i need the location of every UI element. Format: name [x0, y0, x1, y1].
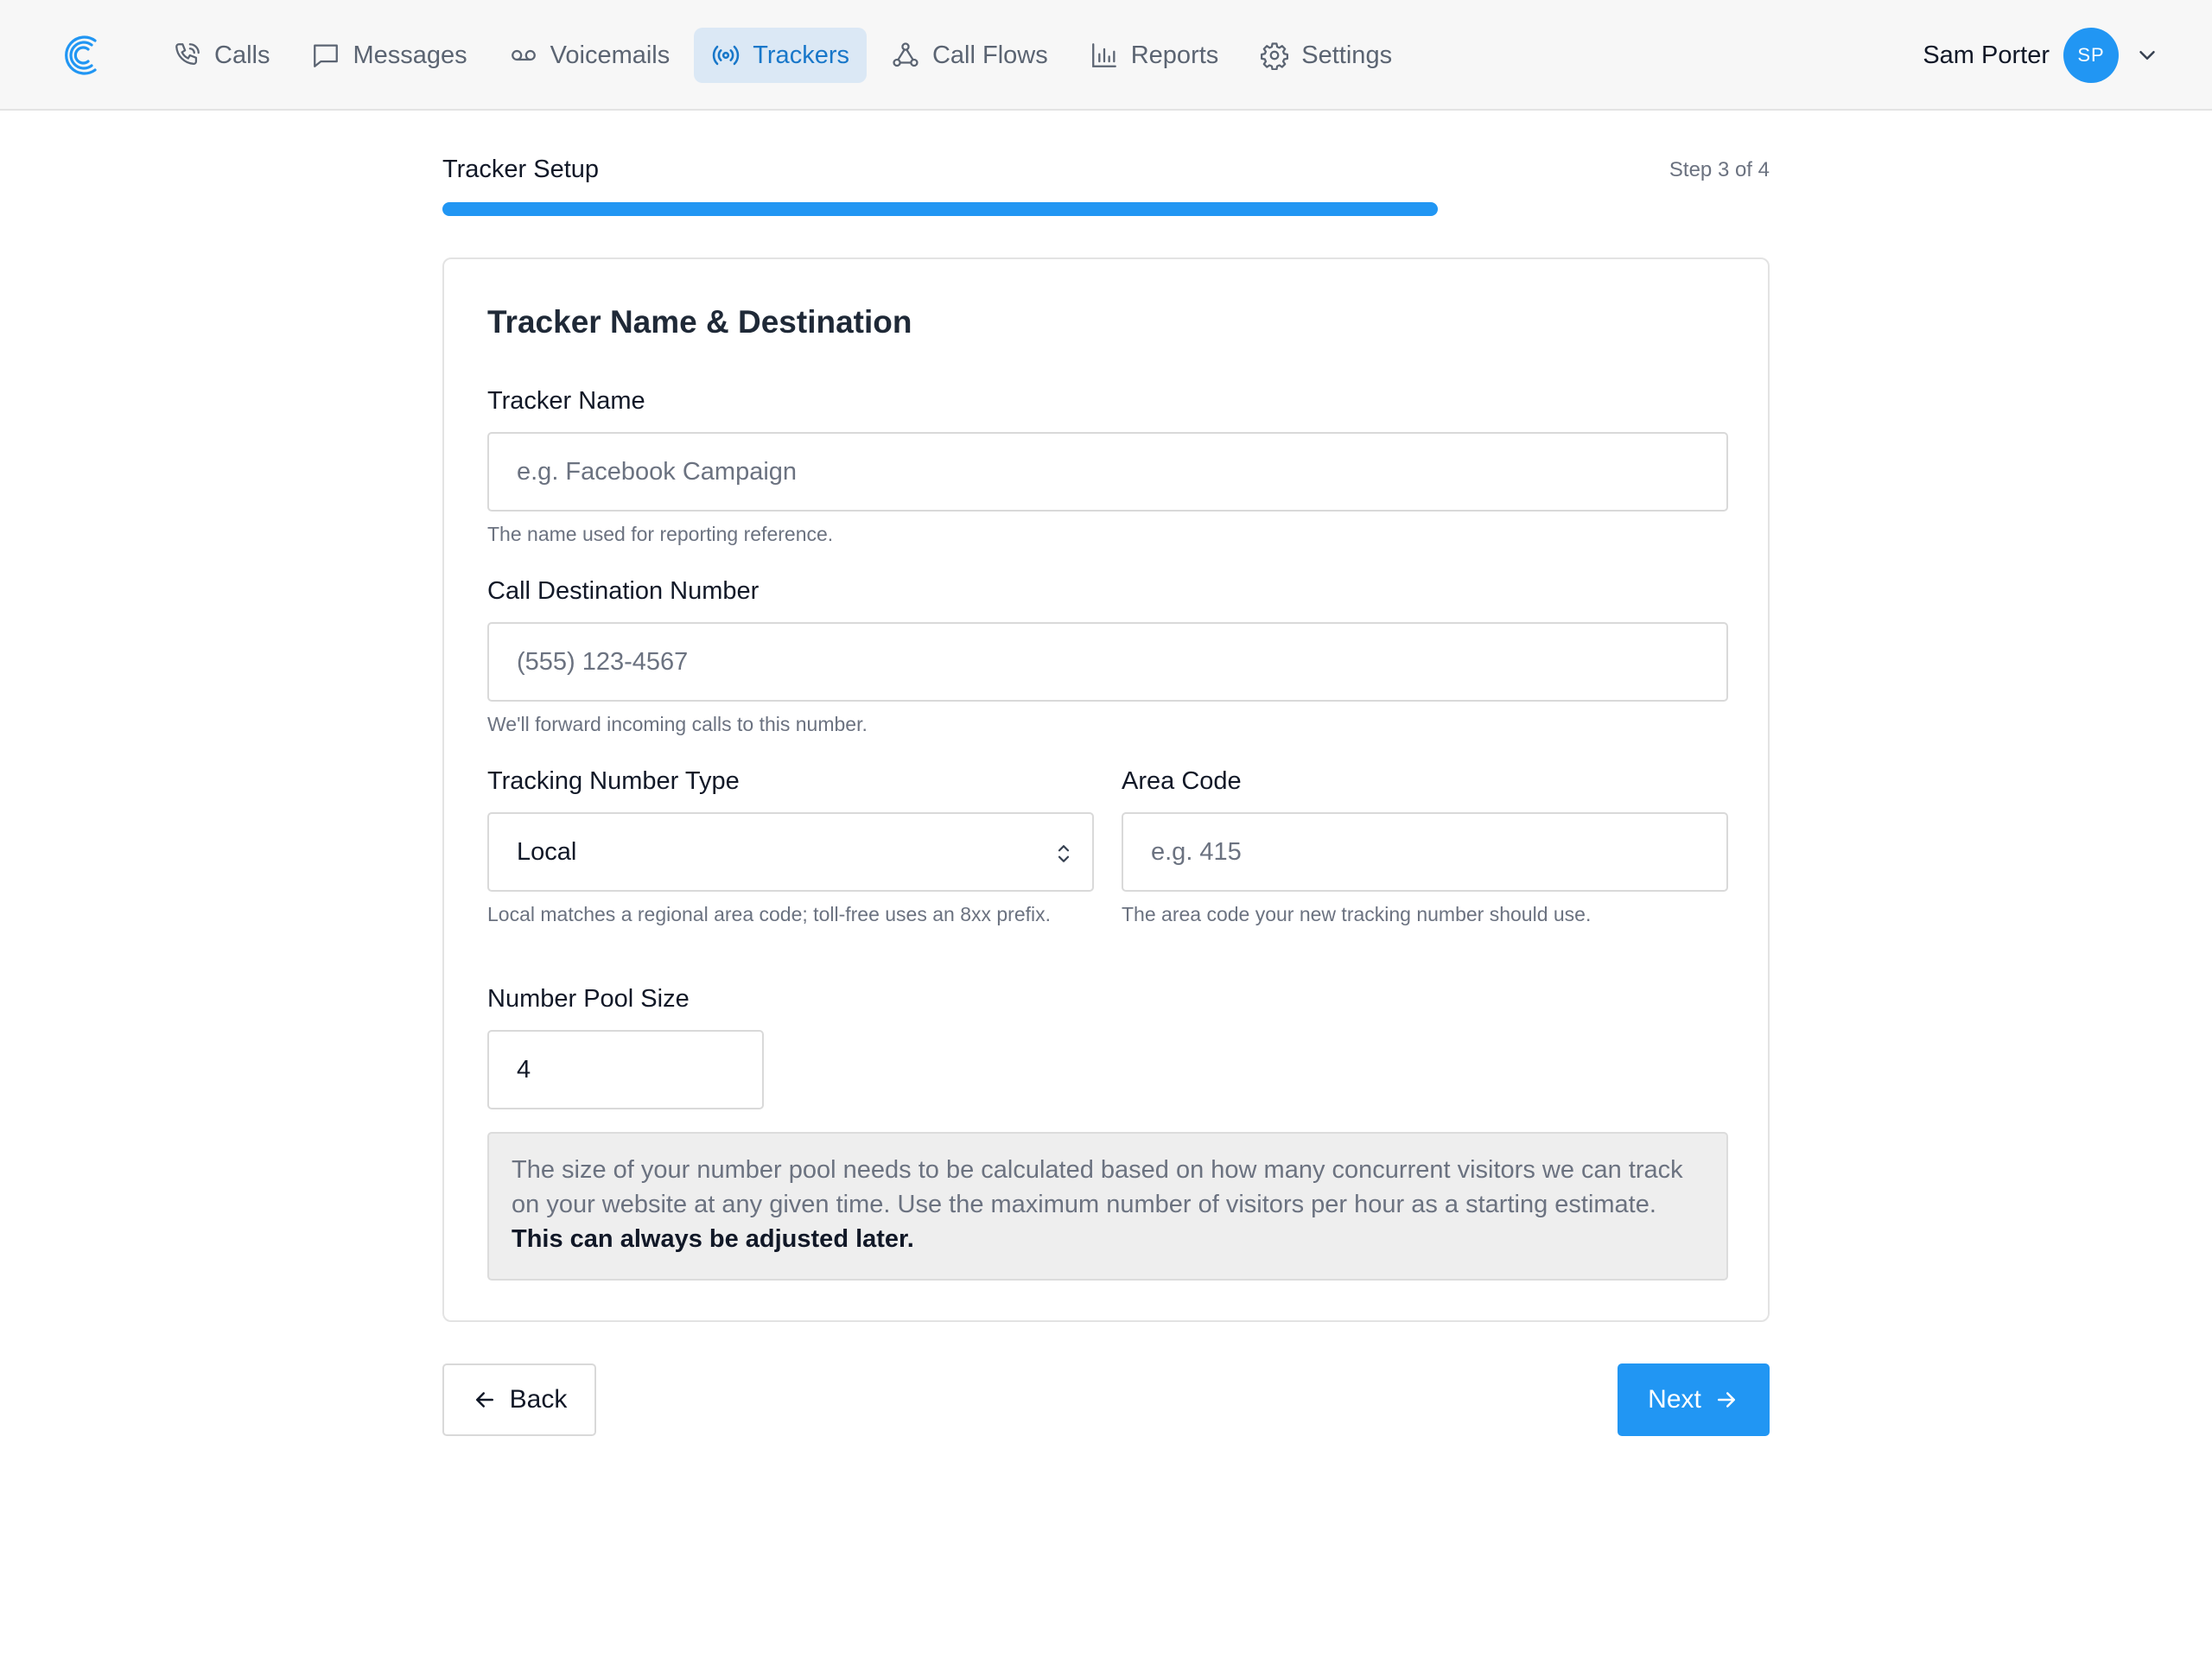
nav-label: Voicemails — [550, 41, 671, 69]
pool-size-note: The size of your number pool needs to be… — [487, 1132, 1728, 1281]
broadcast-icon — [711, 41, 741, 70]
flow-icon — [891, 41, 920, 70]
arrow-left-icon — [472, 1387, 498, 1413]
tracker-name-label: Tracker Name — [487, 387, 645, 415]
nav-label: Reports — [1130, 41, 1219, 69]
note-text: The size of your number pool needs to be… — [512, 1156, 1683, 1218]
card-title: Tracker Name & Destination — [487, 304, 912, 340]
arrow-right-icon — [1713, 1387, 1739, 1413]
nav-label: Call Flows — [931, 41, 1048, 69]
pool-size-label: Number Pool Size — [487, 985, 690, 1013]
phone-icon — [173, 41, 202, 70]
number-type-label: Tracking Number Type — [487, 767, 740, 795]
area-code-input[interactable]: e.g. 415 — [1122, 812, 1728, 892]
chevron-down-icon[interactable] — [2134, 42, 2160, 68]
pool-size-input[interactable]: 4 — [487, 1030, 764, 1109]
nav-label: Messages — [353, 41, 467, 69]
area-code-help: The area code your new tracking number s… — [1122, 903, 1592, 925]
number-type-value: Local — [517, 837, 577, 866]
nav-item-settings[interactable]: Settings — [1243, 28, 1409, 83]
avatar[interactable]: SP — [2063, 28, 2119, 83]
voicemail-icon — [509, 41, 538, 70]
destination-number-help: We'll forward incoming calls to this num… — [487, 713, 868, 735]
area-code-label: Area Code — [1122, 767, 1242, 795]
tracker-setup-card: Tracker Name & Destination Tracker Name … — [442, 257, 1770, 1322]
number-type-help: Local matches a regional area code; toll… — [487, 903, 1052, 925]
tracker-name-help: The name used for reporting reference. — [487, 523, 834, 545]
nav-label: Calls — [214, 41, 270, 69]
nav-item-voicemails[interactable]: Voicemails — [492, 28, 688, 83]
destination-number-input[interactable]: (555) 123-4567 — [487, 622, 1728, 702]
back-label: Back — [509, 1385, 568, 1414]
gear-icon — [1260, 41, 1289, 70]
nav-label: Settings — [1301, 41, 1393, 69]
progress-bar-fill — [442, 202, 1438, 216]
message-icon — [311, 41, 340, 70]
back-button[interactable]: Back — [442, 1363, 596, 1436]
user-menu[interactable]: Sam Porter SP — [1923, 28, 2160, 83]
nav-item-call-flows[interactable]: Call Flows — [874, 28, 1065, 83]
user-name: Sam Porter — [1923, 41, 2050, 69]
note-emphasis: This can always be adjusted later. — [512, 1225, 914, 1253]
nav-item-messages[interactable]: Messages — [294, 28, 484, 83]
number-type-select[interactable]: Local — [487, 812, 1094, 892]
top-nav-bar: Calls Messages Voicemails Trackers Call … — [0, 0, 2212, 111]
step-indicator: Step 3 of 4 — [1669, 158, 1770, 181]
progress-bar — [442, 202, 1770, 216]
tracker-name-input[interactable]: e.g. Facebook Campaign — [487, 432, 1728, 512]
next-button[interactable]: Next — [1618, 1363, 1770, 1436]
nav-label: Trackers — [753, 41, 849, 69]
page-title: Tracker Setup — [442, 156, 600, 183]
next-label: Next — [1648, 1385, 1701, 1414]
nav-item-trackers[interactable]: Trackers — [694, 28, 867, 83]
nav-item-reports[interactable]: Reports — [1072, 28, 1236, 83]
app-logo-icon[interactable] — [60, 33, 102, 78]
destination-number-label: Call Destination Number — [487, 577, 760, 605]
main-nav: Calls Messages Voicemails Trackers Call … — [156, 28, 1416, 83]
bar-chart-icon — [1090, 41, 1119, 70]
select-updown-icon — [1051, 840, 1077, 868]
nav-item-calls[interactable]: Calls — [156, 28, 287, 83]
